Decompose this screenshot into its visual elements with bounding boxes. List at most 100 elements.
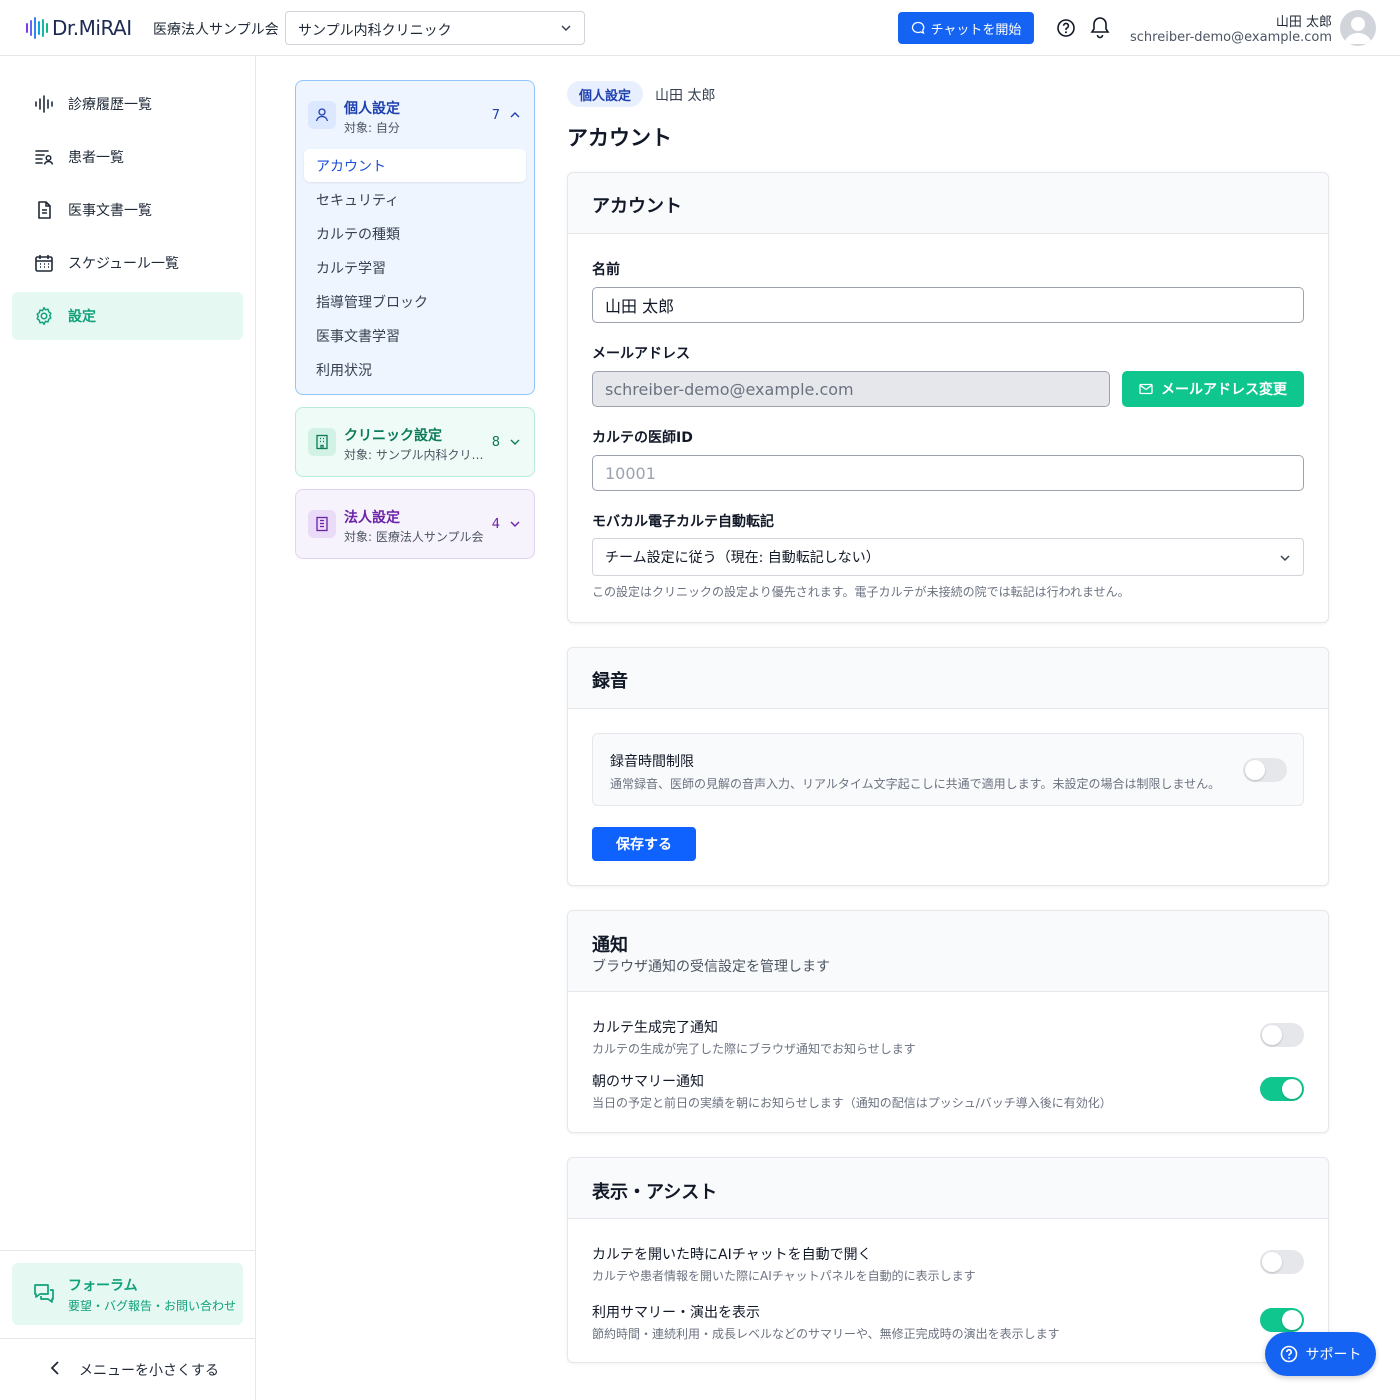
sidebar-item-schedule[interactable]: スケジュール一覧: [12, 239, 243, 287]
org-name: 医療法人サンプル会: [153, 22, 279, 38]
toggle-knob: [1262, 1025, 1282, 1045]
clinic-select[interactable]: サンプル内科クリニック: [285, 11, 585, 45]
logo-text: Dr.MiRAI: [52, 16, 132, 40]
notification-row-title: カルテ生成完了通知: [592, 1020, 718, 1036]
sidebar-item-settings[interactable]: 設定: [12, 292, 243, 340]
person-icon: [308, 101, 336, 129]
forum-link[interactable]: フォーラム 要望・バグ報告・お問い合わせ: [12, 1263, 243, 1325]
chart-complete-toggle[interactable]: [1260, 1023, 1304, 1047]
settings-item-chart-learning[interactable]: カルテ学習: [304, 251, 526, 284]
doctor-id-input[interactable]: 10001: [592, 455, 1304, 491]
forum-subtitle: 要望・バグ報告・お問い合わせ: [68, 1299, 237, 1313]
bell-icon[interactable]: [1090, 16, 1110, 40]
card-title: アカウント: [592, 196, 682, 217]
page-title: アカウント: [567, 126, 672, 150]
card-subtitle: ブラウザ通知の受信設定を管理します: [592, 959, 830, 975]
breadcrumb-badge[interactable]: 個人設定: [567, 81, 644, 107]
building-icon: [308, 428, 336, 456]
chevron-left-icon: [50, 1361, 59, 1375]
auto-transfer-select[interactable]: チーム設定に従う（現在: 自動転記しない）: [592, 538, 1304, 576]
email-input-value: schreiber-demo@example.com: [605, 379, 854, 399]
recording-limit-toggle[interactable]: [1243, 758, 1287, 782]
recording-limit-title: 録音時間制限: [610, 754, 694, 770]
settings-item-guidance-block[interactable]: 指導管理ブロック: [304, 285, 526, 318]
toggle-knob: [1282, 1310, 1302, 1330]
forum-title: フォーラム: [68, 1278, 138, 1294]
name-input-value: 山田 太郎: [605, 297, 675, 316]
group-title[interactable]: 個人設定: [344, 98, 400, 118]
save-button[interactable]: 保存する: [592, 827, 696, 861]
start-chat-label: チャットを開始: [930, 22, 1022, 38]
change-email-label: メールアドレス変更: [1161, 382, 1287, 398]
sidebar-item-documents[interactable]: 医事文書一覧: [12, 186, 243, 234]
group-count: 4: [491, 517, 500, 532]
waveform-icon: [34, 94, 54, 114]
gear-icon: [34, 306, 54, 326]
display-row-title: カルテを開いた時にAIチャットを自動で開く: [592, 1247, 872, 1263]
change-email-button[interactable]: メールアドレス変更: [1122, 371, 1304, 407]
sidebar-item-patients[interactable]: 患者一覧: [12, 133, 243, 181]
logo[interactable]: Dr.MiRAI: [26, 14, 132, 42]
card-header: 通知 ブラウザ通知の受信設定を管理します: [568, 911, 1328, 992]
user-email: schreiber-demo@example.com: [1129, 30, 1332, 45]
morning-summary-toggle[interactable]: [1260, 1077, 1304, 1101]
start-chat-button[interactable]: チャットを開始: [898, 12, 1034, 44]
support-button[interactable]: サポート: [1265, 1332, 1376, 1376]
auto-transfer-hint: この設定はクリニックの設定より優先されます。電子カルテが未接続の院では転記は行わ…: [592, 585, 1130, 599]
corporate-building-icon: [308, 510, 336, 538]
name-input[interactable]: 山田 太郎: [592, 287, 1304, 323]
sidebar-item-history[interactable]: 診療履歴一覧: [12, 80, 243, 128]
settings-item-document-learning[interactable]: 医事文書学習: [304, 319, 526, 352]
user-silhouette-icon: [1344, 17, 1372, 44]
usage-summary-toggle[interactable]: [1260, 1308, 1304, 1332]
settings-item-security[interactable]: セキュリティ: [304, 183, 526, 216]
support-label: サポート: [1305, 1347, 1362, 1363]
sidebar: 診療履歴一覧 患者一覧 医事文書一覧 スケジュール一覧 設定 フォーラム 要望・…: [0, 56, 256, 1400]
settings-group-corporation[interactable]: 法人設定 対象: 医療法人サンプル会 4: [295, 489, 535, 559]
calendar-icon: [34, 253, 54, 273]
avatar[interactable]: [1340, 10, 1376, 46]
settings-item-usage[interactable]: 利用状況: [304, 353, 526, 386]
collapse-menu-button[interactable]: メニューを小さくする: [0, 1351, 256, 1387]
document-icon: [34, 200, 54, 220]
auto-transfer-value: チーム設定に従う（現在: 自動転記しない）: [605, 550, 880, 566]
group-target: 対象: 自分: [344, 121, 400, 135]
recording-limit-desc: 通常録音、医師の見解の音声入力、リアルタイム文字起こしに共通で適用します。未設定…: [610, 777, 1221, 791]
logo-waveform-icon: [26, 17, 48, 39]
group-count: 8: [491, 435, 500, 450]
sidebar-item-label: 設定: [68, 309, 96, 325]
group-target: 対象: 医療法人サンプル会: [344, 530, 484, 544]
card-title: 表示・アシスト: [592, 1182, 718, 1203]
help-circle-icon: [1280, 1345, 1297, 1363]
auto-transfer-label: モバカル電子カルテ自動転記: [592, 514, 774, 530]
chevron-up-icon[interactable]: [510, 111, 520, 119]
sidebar-divider: [0, 1338, 256, 1339]
card-header: アカウント: [568, 173, 1328, 234]
mail-icon: [1139, 383, 1153, 395]
clinic-select-value: サンプル内科クリニック: [298, 23, 452, 39]
recording-limit-box: 録音時間制限 通常録音、医師の見解の音声入力、リアルタイム文字起こしに共通で適用…: [592, 733, 1304, 806]
chevron-down-icon: [561, 25, 571, 32]
doctor-id-placeholder: 10001: [605, 463, 656, 483]
help-icon[interactable]: [1056, 18, 1076, 38]
group-target: 対象: サンプル内科クリニック: [344, 448, 484, 462]
sidebar-item-label: スケジュール一覧: [68, 256, 180, 272]
group-title: 法人設定: [344, 510, 400, 526]
doctor-id-label: カルテの医師ID: [592, 430, 693, 446]
card-header: 表示・アシスト: [568, 1158, 1328, 1219]
settings-group-clinic[interactable]: クリニック設定 対象: サンプル内科クリニック 8: [295, 407, 535, 477]
chevron-down-icon: [510, 439, 520, 445]
settings-group-personal: 個人設定 対象: 自分 7 アカウント セキュリティ カルテの種類 カルテ学習 …: [295, 80, 535, 395]
display-row-desc: 節約時間・連続利用・成長レベルなどのサマリーや、無修正完成時の演出を表示します: [592, 1327, 1060, 1341]
settings-item-chart-types[interactable]: カルテの種類: [304, 217, 526, 250]
account-card: アカウント 名前 山田 太郎 メールアドレス schreiber-demo@ex…: [567, 172, 1329, 623]
notification-row-title: 朝のサマリー通知: [592, 1074, 704, 1090]
sidebar-item-label: 患者一覧: [68, 150, 124, 166]
sidebar-item-label: 診療履歴一覧: [68, 97, 152, 113]
toggle-knob: [1262, 1252, 1282, 1272]
chevron-down-icon: [1280, 555, 1290, 562]
top-header: Dr.MiRAI 医療法人サンプル会 サンプル内科クリニック チャットを開始 山…: [0, 0, 1400, 56]
settings-item-account[interactable]: アカウント: [304, 149, 526, 182]
auto-open-ai-chat-toggle[interactable]: [1260, 1250, 1304, 1274]
sidebar-divider: [0, 1250, 256, 1251]
